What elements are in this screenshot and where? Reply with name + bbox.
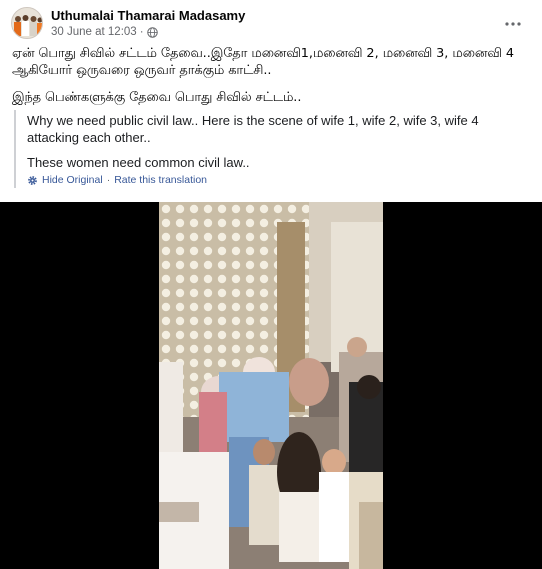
rate-translation-link[interactable]: Rate this translation [114, 172, 207, 189]
video-frame[interactable] [159, 202, 383, 569]
meta-separator: · [139, 26, 144, 38]
video-still [159, 202, 383, 569]
post-date[interactable]: 30 June at 12:03 [51, 26, 137, 38]
author-name[interactable]: Uthumalai Thamarai Madasamy [51, 8, 245, 23]
post-header: Uthumalai Thamarai Madasamy 30 June at 1… [11, 6, 531, 42]
post-text: ஏன் பொது சிவில் சட்டம் தேவை..இதோ மனைவி1,… [12, 45, 528, 116]
translation-links: Hide Original · Rate this translation [27, 172, 207, 189]
link-separator: · [106, 174, 111, 186]
globe-icon[interactable] [146, 26, 158, 38]
translation-paragraph-2: These women need common civil law.. [27, 155, 250, 170]
video-player[interactable] [0, 202, 542, 569]
avatar[interactable] [11, 7, 43, 39]
translation-block: Why we need public civil law.. Here is t… [14, 110, 526, 188]
post-meta: 30 June at 12:03 · [51, 26, 158, 38]
hide-original-link[interactable]: Hide Original [42, 172, 103, 189]
translation-paragraph-1: Why we need public civil law.. Here is t… [27, 113, 479, 145]
gear-icon[interactable] [27, 175, 38, 186]
post-paragraph-2: இந்த பெண்களுக்கு தேவை பொது சிவில் சட்டம்… [12, 90, 302, 105]
more-options-icon [505, 13, 521, 31]
post-paragraph-1: ஏன் பொது சிவில் சட்டம் தேவை..இதோ மனைவி1,… [12, 46, 515, 78]
more-options-button[interactable] [503, 12, 523, 32]
